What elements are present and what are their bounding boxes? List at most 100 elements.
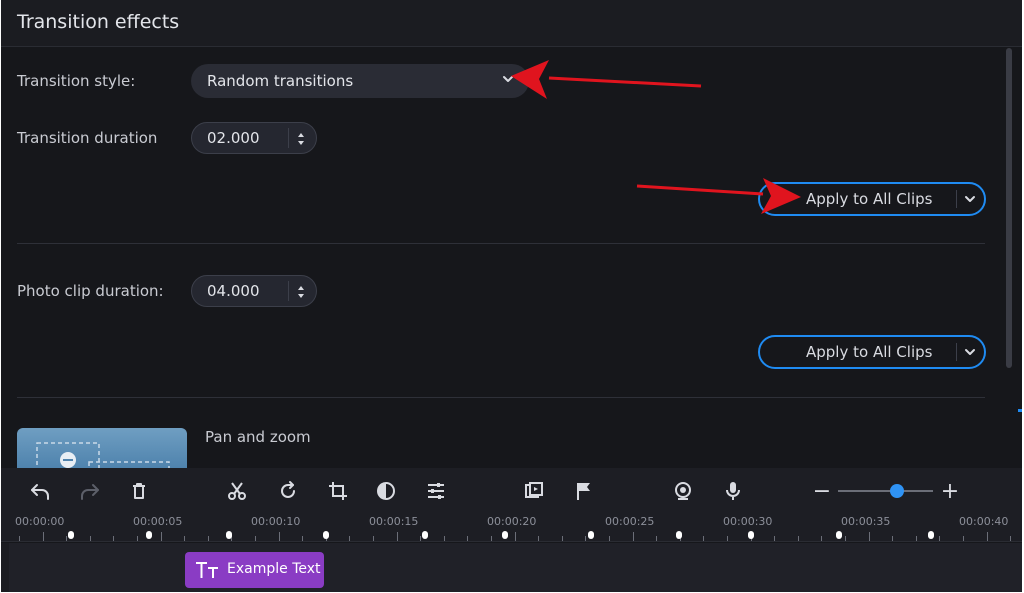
timeline-tick	[916, 536, 917, 541]
timeline-tick-label: 00:00:05	[133, 515, 183, 528]
cut-button[interactable]	[224, 478, 250, 504]
timeline-tick	[90, 536, 91, 541]
timeline-toolbar: − +	[1, 468, 1022, 512]
timeline-tick	[373, 536, 374, 541]
clip-boundary-marker[interactable]	[928, 531, 934, 539]
microphone-icon	[726, 482, 740, 500]
photo-clip-duration-label: Photo clip duration:	[17, 282, 164, 300]
timeline-major-tick	[279, 532, 280, 541]
stepper-arrows-icon[interactable]	[294, 129, 308, 149]
timeline-major-tick	[43, 532, 44, 541]
delete-button[interactable]	[126, 478, 152, 504]
redo-button[interactable]	[77, 478, 103, 504]
chevron-down-icon	[503, 76, 513, 82]
webcam-record-button[interactable]	[670, 478, 696, 504]
marker-flag-icon	[577, 483, 590, 500]
clip-boundary-marker[interactable]	[226, 531, 232, 539]
clip-boundary-marker[interactable]	[502, 531, 508, 539]
transition-style-dropdown[interactable]: Random transitions	[191, 64, 529, 98]
clip-boundary-marker[interactable]	[676, 531, 682, 539]
timeline-tick	[821, 536, 822, 541]
settings-sliders-icon	[428, 483, 444, 499]
clip-boundary-marker[interactable]	[748, 531, 754, 539]
clip-boundary-marker[interactable]	[146, 531, 152, 539]
text-icon	[196, 562, 218, 578]
timeline-major-tick	[161, 532, 162, 541]
stepper-divider	[288, 128, 289, 148]
timeline-tick	[585, 536, 586, 541]
transition-duration-value: 02.000	[207, 129, 260, 147]
timeline-tick-label: 00:00:00	[15, 515, 65, 528]
transition-style-value: Random transitions	[207, 72, 354, 90]
transition-duration-stepper[interactable]: 02.000	[191, 122, 317, 154]
timeline-tick	[963, 536, 964, 541]
timeline-tick	[703, 536, 704, 541]
text-track	[9, 543, 1022, 592]
timeline-major-tick	[869, 532, 870, 541]
chevron-down-icon[interactable]	[963, 192, 977, 206]
apply-button-divider	[956, 190, 957, 208]
clip-boundary-marker[interactable]	[422, 531, 428, 539]
zoom-in-button[interactable]: +	[937, 478, 963, 504]
timeline-tick	[798, 536, 799, 541]
timeline-track-area: Example Text	[1, 543, 1022, 592]
apply-button-label: Apply to All Clips	[806, 343, 933, 361]
timeline-tick	[939, 536, 940, 541]
photo-clip-duration-value: 04.000	[207, 282, 260, 300]
apply-to-all-photo-clips-button[interactable]: Apply to All Clips	[758, 335, 986, 369]
timeline-ruler[interactable]: 00:00:00 00:00:05 00:00:10 00:00:15 00:00:20…	[1, 512, 1022, 542]
add-marker-button[interactable]	[571, 478, 597, 504]
timeline-tick	[420, 536, 421, 541]
voice-record-button[interactable]	[720, 478, 746, 504]
timeline-tick	[208, 536, 209, 541]
timeline-tick	[538, 536, 539, 541]
timeline-tick	[491, 536, 492, 541]
timeline-tick	[774, 536, 775, 541]
timeline-tick	[255, 536, 256, 541]
section-divider	[17, 243, 985, 244]
cut-icon	[228, 482, 246, 500]
text-clip-label: Example Text	[227, 561, 321, 577]
color-adjust-button[interactable]	[373, 478, 399, 504]
pan-zoom-label: Pan and zoom	[205, 428, 311, 446]
timeline-tick	[562, 536, 563, 541]
timeline-tick	[892, 536, 893, 541]
clip-boundary-marker[interactable]	[68, 531, 74, 539]
timeline-tick	[609, 536, 610, 541]
text-clip[interactable]: Example Text	[185, 552, 324, 588]
zoom-out-button[interactable]: −	[809, 478, 835, 504]
transition-settings-panel: Transition style: Random transitions Tra…	[1, 48, 1022, 468]
timeline-tick	[444, 536, 445, 541]
apply-to-all-transitions-button[interactable]: Apply to All Clips	[758, 182, 986, 216]
panel-header: Transition effects	[1, 0, 1022, 47]
zoom-slider-track[interactable]	[838, 490, 933, 492]
timeline-tick-label: 00:00:10	[251, 515, 301, 528]
stepper-arrows-icon[interactable]	[294, 282, 308, 302]
timeline-tick-label: 00:00:35	[841, 515, 891, 528]
timeline-tick	[184, 536, 185, 541]
chevron-down-icon[interactable]	[963, 345, 977, 359]
timeline-tick-label: 00:00:20	[487, 515, 537, 528]
settings-scrollbar[interactable]	[1006, 48, 1012, 368]
panel-title: Transition effects	[17, 11, 180, 33]
clip-boundary-marker[interactable]	[588, 531, 594, 539]
zoom-slider-handle[interactable]	[890, 484, 904, 498]
undo-button[interactable]	[27, 478, 53, 504]
rotate-button[interactable]	[275, 478, 301, 504]
undo-icon	[31, 484, 49, 500]
stepper-divider	[288, 281, 289, 301]
timeline-tick	[113, 536, 114, 541]
clip-boundary-marker[interactable]	[836, 531, 842, 539]
section-divider	[17, 397, 985, 398]
apply-button-label: Apply to All Clips	[806, 190, 933, 208]
clip-boundary-marker[interactable]	[323, 531, 329, 539]
timeline-tick-label: 00:00:15	[369, 515, 419, 528]
adjustments-button[interactable]	[423, 478, 449, 504]
clip-properties-icon	[525, 482, 543, 498]
color-adjust-icon	[377, 482, 395, 500]
photo-clip-duration-stepper[interactable]: 04.000	[191, 275, 317, 307]
pan-zoom-thumbnail[interactable]	[17, 428, 187, 468]
timeline-tick-label: 00:00:25	[605, 515, 655, 528]
clip-properties-button[interactable]	[521, 478, 547, 504]
crop-button[interactable]	[325, 478, 351, 504]
